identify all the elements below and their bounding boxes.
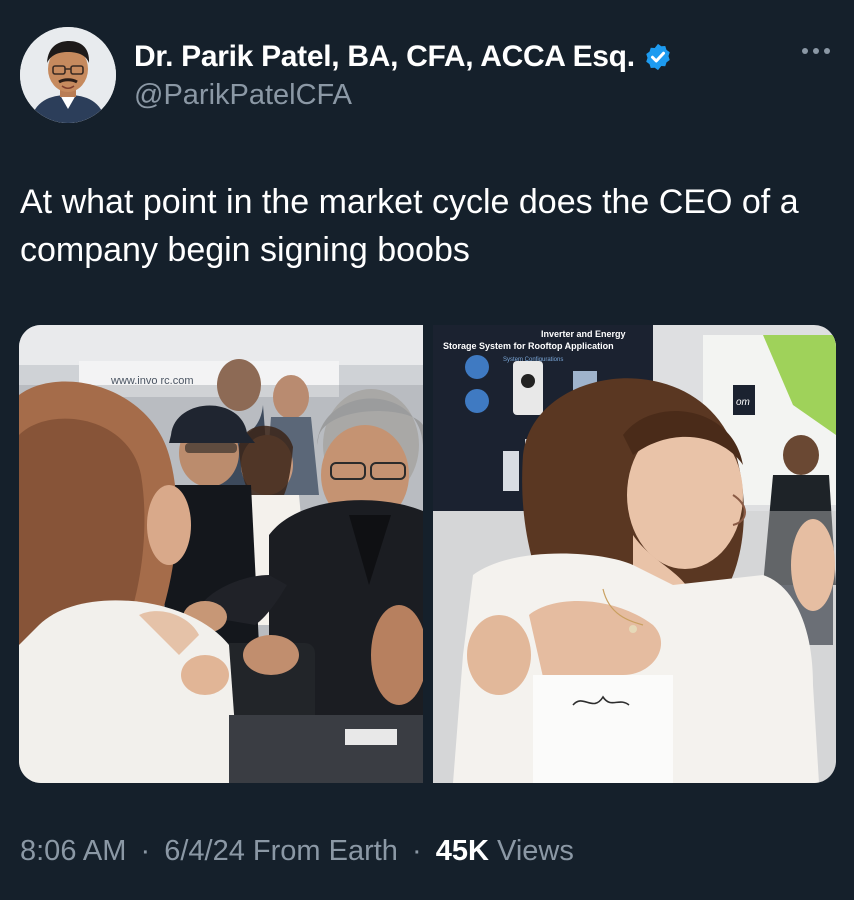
views-count: 45K — [435, 835, 489, 867]
poster-line-1: Inverter and Energy — [541, 329, 626, 339]
more-options-button[interactable] — [796, 36, 836, 66]
author-display-name[interactable]: Dr. Parik Patel, BA, CFA, ACCA Esq. — [134, 40, 635, 74]
poster-line-2: Storage System for Rooftop Application — [443, 341, 614, 351]
media-photo-left[interactable]: www.invo rc.com — [19, 325, 423, 783]
media-photo-right[interactable]: Inverter and Energy Storage System for R… — [433, 325, 836, 783]
more-options-icon — [802, 48, 830, 54]
author-name-row: Dr. Parik Patel, BA, CFA, ACCA Esq. — [134, 40, 673, 74]
tweet-meta: 8:06 AM · 6/4/24 From Earth · 45K Views — [20, 835, 574, 868]
media-grid: www.invo rc.com Inverter and Energy Stor… — [19, 325, 836, 783]
booth-signage-text: om — [736, 397, 750, 408]
views-label: Views — [497, 835, 574, 867]
meta-separator: · — [412, 835, 422, 867]
tweet-text: At what point in the market cycle does t… — [20, 183, 799, 269]
tweet-date[interactable]: 6/4/24 — [164, 835, 245, 867]
verified-badge-icon — [646, 43, 670, 71]
meta-separator: · — [140, 835, 151, 867]
tweet-source: From Earth — [252, 835, 398, 867]
author-handle[interactable]: @ParikPatelCFA — [134, 79, 352, 112]
tweet-time[interactable]: 8:06 AM — [20, 835, 126, 867]
avatar[interactable] — [20, 27, 116, 123]
